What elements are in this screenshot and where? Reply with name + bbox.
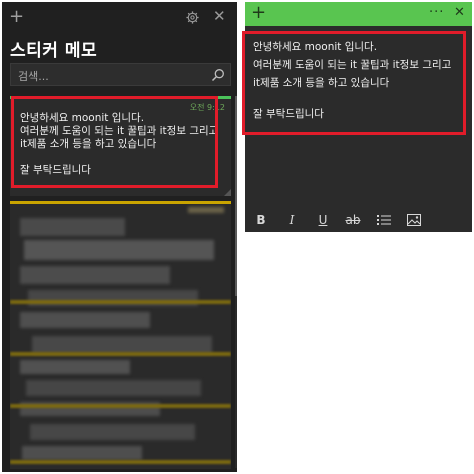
blurred-yellow-strip	[10, 404, 231, 408]
bullet-list-icon[interactable]	[376, 212, 392, 228]
italic-button[interactable]: I	[285, 212, 299, 228]
gear-icon[interactable]	[186, 11, 199, 27]
format-toolbar: B I U ab	[245, 208, 472, 232]
close-icon[interactable]: ✕	[213, 9, 226, 24]
blurred-yellow-strip	[10, 460, 231, 464]
notes-list-window: + ✕ 스티커 메모 검색... 오전 9:12 안녕하세요 moonit 입니…	[2, 2, 239, 472]
blurred-content	[20, 218, 125, 236]
search-input[interactable]: 검색...	[10, 63, 231, 86]
list-title-bar: + ✕	[2, 2, 237, 30]
search-placeholder: 검색...	[18, 70, 49, 83]
close-icon[interactable]: ✕	[454, 6, 465, 20]
blurred-content	[188, 207, 224, 213]
blurred-content	[20, 360, 130, 374]
blurred-yellow-strip	[10, 300, 231, 304]
blurred-content	[26, 380, 201, 396]
blurred-note-card[interactable]	[10, 201, 231, 469]
blurred-content	[20, 312, 150, 328]
blurred-content	[20, 266, 170, 284]
bold-button[interactable]: B	[254, 212, 268, 228]
plus-icon[interactable]: +	[251, 3, 266, 23]
editor-title-bar: + ··· ✕	[245, 2, 472, 26]
note-corner-fold	[224, 189, 231, 196]
plus-icon[interactable]: +	[9, 8, 24, 26]
blurred-content	[24, 240, 214, 260]
underline-button[interactable]: U	[316, 212, 330, 228]
strikethrough-button[interactable]: ab	[344, 212, 362, 228]
note-editor-window: + ··· ✕ 안녕하세요 moonit 입니다. 여러분께 도움이 되는 it…	[242, 2, 472, 232]
blurred-content	[22, 446, 142, 460]
highlight-box	[242, 31, 466, 135]
blurred-content	[30, 424, 195, 440]
page-title: 스티커 메모	[10, 41, 98, 61]
more-icon[interactable]: ···	[429, 4, 444, 22]
blurred-yellow-strip	[10, 352, 231, 356]
search-icon[interactable]	[211, 67, 225, 82]
highlight-box	[11, 96, 218, 188]
image-icon[interactable]	[406, 212, 422, 228]
